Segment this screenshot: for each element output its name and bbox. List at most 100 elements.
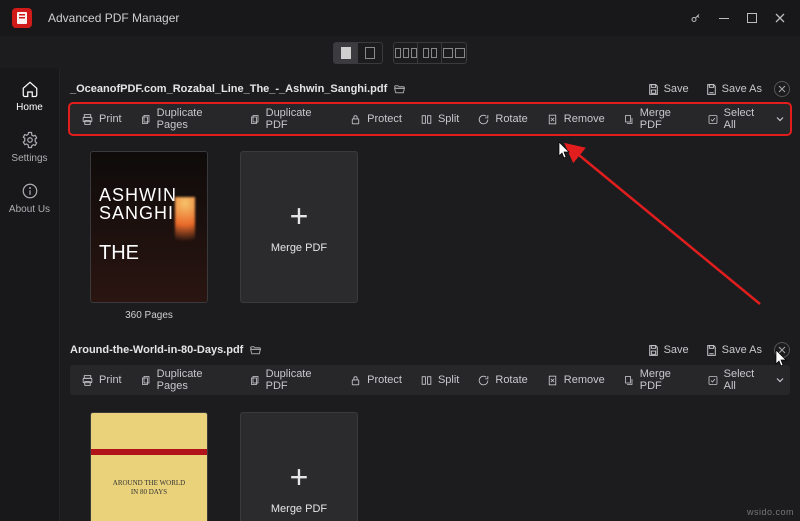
document-toolbar-2: Print Duplicate Pages Duplicate PDF Prot…: [70, 365, 790, 395]
document-block-2: Around-the-World-in-80-Days.pdf Save Sav…: [70, 339, 790, 521]
close-document-button[interactable]: [774, 81, 790, 97]
plus-icon: +: [290, 200, 309, 232]
main-area: _OceanofPDF.com_Rozabal_Line_The_-_Ashwi…: [60, 68, 800, 521]
thumbnail-row-1: ASHWIN SANGHI THE 360 Pages + Merge PDF: [70, 134, 790, 333]
document-header-2: Around-the-World-in-80-Days.pdf Save Sav…: [70, 339, 790, 361]
duplicate-pages-icon: [140, 374, 152, 387]
document-header-1: _OceanofPDF.com_Rozabal_Line_The_-_Ashwi…: [70, 78, 790, 100]
home-icon: [21, 80, 39, 98]
page-thumbnail[interactable]: AROUND THE WORLD IN 80 DAYS: [91, 413, 207, 521]
info-icon: [21, 182, 39, 200]
duplicate-pdf-icon: [249, 374, 261, 387]
view-grid2-icon[interactable]: [418, 42, 442, 64]
duplicate-pages-icon: [140, 113, 152, 126]
rotate-icon: [477, 374, 490, 387]
maximize-button[interactable]: [738, 4, 766, 32]
checkbox-icon: [707, 374, 719, 387]
sidebar-item-home[interactable]: Home: [0, 72, 60, 123]
save-as-button[interactable]: Save As: [697, 83, 770, 96]
protect-button[interactable]: Protect: [340, 104, 411, 134]
close-document-button[interactable]: [774, 342, 790, 358]
close-window-button[interactable]: [766, 4, 794, 32]
lock-icon: [349, 374, 362, 387]
save-as-button[interactable]: Save As: [697, 344, 770, 357]
print-icon: [81, 113, 94, 126]
duplicate-pdf-button[interactable]: Duplicate PDF: [240, 365, 340, 395]
save-as-icon: [705, 344, 718, 357]
toolbar-more-button[interactable]: [771, 115, 788, 123]
document-toolbar-1: Print Duplicate Pages Duplicate PDF Prot…: [70, 104, 790, 134]
split-icon: [420, 374, 433, 387]
view-single-outline-icon[interactable]: [358, 42, 382, 64]
add-thumb-col: + Merge PDF: [234, 413, 364, 521]
plus-icon: +: [290, 461, 309, 493]
remove-icon: [546, 374, 559, 387]
thumbnail-row-2: AROUND THE WORLD IN 80 DAYS + Merge PDF: [70, 395, 790, 521]
remove-button[interactable]: Remove: [537, 365, 614, 395]
document-block-1: _OceanofPDF.com_Rozabal_Line_The_-_Ashwi…: [70, 78, 790, 333]
open-file-icon[interactable]: [393, 83, 406, 96]
merge-pdf-button[interactable]: Merge PDF: [614, 104, 701, 134]
cover-title: AROUND THE WORLD IN 80 DAYS: [113, 479, 185, 497]
cover-art: [175, 197, 195, 257]
app-logo: [0, 0, 44, 36]
sidebar-label-settings: Settings: [11, 153, 47, 164]
merge-icon: [623, 113, 635, 126]
duplicate-pdf-button[interactable]: Duplicate PDF: [240, 104, 340, 134]
lock-icon: [349, 113, 362, 126]
document-filename: _OceanofPDF.com_Rozabal_Line_The_-_Ashwi…: [70, 83, 387, 95]
merge-pdf-tile[interactable]: + Merge PDF: [241, 152, 357, 302]
rotate-button[interactable]: Rotate: [468, 104, 536, 134]
watermark-text: wsido.com: [747, 507, 794, 517]
sidebar-item-settings[interactable]: Settings: [0, 123, 60, 174]
add-thumb-col: + Merge PDF: [234, 152, 364, 321]
pdf-app-icon: [10, 6, 34, 30]
duplicate-pdf-icon: [249, 113, 261, 126]
merge-tile-label: Merge PDF: [271, 242, 327, 254]
save-icon: [647, 344, 660, 357]
select-all-button[interactable]: Select All: [701, 104, 772, 134]
key-icon[interactable]: [682, 4, 710, 32]
view-mode-bar: [0, 38, 800, 68]
sidebar-label-about: About Us: [9, 204, 50, 215]
toolbar-more-button[interactable]: [771, 376, 788, 384]
sidebar-label-home: Home: [16, 102, 43, 113]
save-button[interactable]: Save: [639, 344, 697, 357]
split-button[interactable]: Split: [411, 104, 468, 134]
page-thumb-col: AROUND THE WORLD IN 80 DAYS: [84, 413, 214, 521]
select-all-button[interactable]: Select All: [701, 365, 772, 395]
pages-count-label: 360 Pages: [125, 310, 173, 321]
sidebar: Home Settings About Us: [0, 68, 60, 521]
save-button[interactable]: Save: [639, 83, 697, 96]
cover-stripe: [91, 449, 207, 455]
merge-icon: [623, 374, 635, 387]
view-single-icon[interactable]: [334, 42, 358, 64]
duplicate-pages-button[interactable]: Duplicate Pages: [131, 365, 240, 395]
protect-button[interactable]: Protect: [340, 365, 411, 395]
view-mode-grid-group: [393, 42, 467, 64]
view-grid3-icon[interactable]: [394, 42, 418, 64]
document-filename: Around-the-World-in-80-Days.pdf: [70, 344, 243, 356]
merge-pdf-tile[interactable]: + Merge PDF: [241, 413, 357, 521]
rotate-icon: [477, 113, 490, 126]
remove-button[interactable]: Remove: [537, 104, 614, 134]
page-thumbnail[interactable]: ASHWIN SANGHI THE: [91, 152, 207, 302]
print-icon: [81, 374, 94, 387]
page-thumb-col: ASHWIN SANGHI THE 360 Pages: [84, 152, 214, 321]
merge-pdf-button[interactable]: Merge PDF: [614, 365, 701, 395]
duplicate-pages-button[interactable]: Duplicate Pages: [131, 104, 240, 134]
app-title: Advanced PDF Manager: [44, 11, 179, 25]
save-icon: [647, 83, 660, 96]
sidebar-item-about[interactable]: About Us: [0, 174, 60, 225]
minimize-button[interactable]: [710, 4, 738, 32]
chevron-down-icon: [776, 115, 784, 123]
open-file-icon[interactable]: [249, 344, 262, 357]
save-as-icon: [705, 83, 718, 96]
titlebar: Advanced PDF Manager: [0, 0, 800, 36]
split-button[interactable]: Split: [411, 365, 468, 395]
rotate-button[interactable]: Rotate: [468, 365, 536, 395]
merge-tile-label: Merge PDF: [271, 503, 327, 515]
print-button[interactable]: Print: [72, 104, 131, 134]
view-grid2b-icon[interactable]: [442, 42, 466, 64]
print-button[interactable]: Print: [72, 365, 131, 395]
